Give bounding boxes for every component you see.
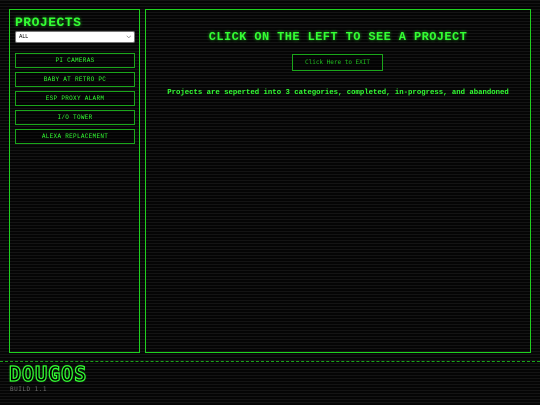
exit-button[interactable]: Click Here to EXIT bbox=[292, 54, 383, 71]
filter-selected-value: ALL bbox=[19, 34, 28, 40]
brand-logo: DOUGOS bbox=[8, 362, 88, 386]
category-filter-select[interactable]: ALL ⌵ bbox=[15, 31, 135, 43]
main-heading: CLICK ON THE LEFT TO SEE A PROJECT bbox=[208, 30, 468, 44]
sidebar-title: PROJECTS bbox=[15, 15, 82, 30]
project-item-pi-cameras[interactable]: PI CAMERAS bbox=[15, 53, 135, 68]
build-label: BUILD 1.1 bbox=[10, 386, 48, 393]
project-item-esp-proxy-alarm[interactable]: ESP PROXY ALARM bbox=[15, 91, 135, 106]
project-item-io-tower[interactable]: I/O TOWER bbox=[15, 110, 135, 125]
projects-sidebar: PROJECTS ALL ⌵ PI CAMERAS BABY AT RETRO … bbox=[9, 9, 140, 353]
main-description: Projects are seperted into 3 categories,… bbox=[167, 89, 509, 97]
project-item-baby-at-retro-pc[interactable]: BABY AT RETRO PC bbox=[15, 72, 135, 87]
project-viewer-panel: CLICK ON THE LEFT TO SEE A PROJECT Click… bbox=[145, 9, 531, 353]
project-item-alexa-replacement[interactable]: ALEXA REPLACEMENT bbox=[15, 129, 135, 144]
project-list: PI CAMERAS BABY AT RETRO PC ESP PROXY AL… bbox=[15, 53, 135, 148]
chevron-down-icon: ⌵ bbox=[126, 33, 131, 40]
